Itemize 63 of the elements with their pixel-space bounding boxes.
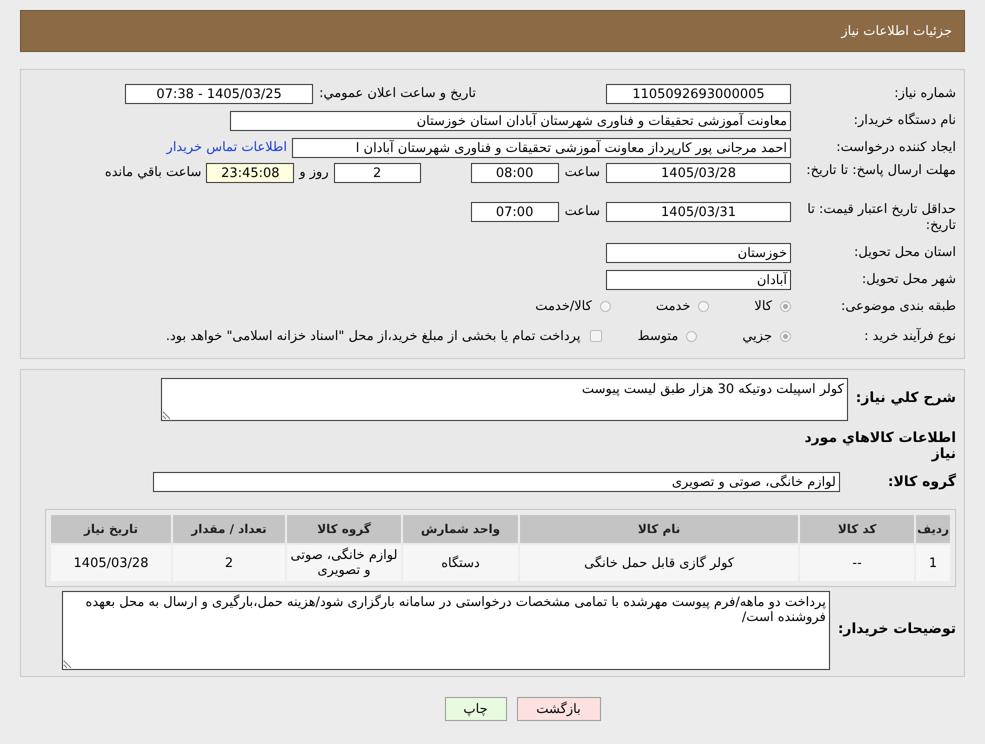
- table-cell: 1405/03/28: [51, 545, 171, 581]
- field-label: گروه كالا:: [888, 474, 956, 490]
- table-cell: 2: [173, 545, 285, 581]
- column-header: نام کالا: [520, 515, 798, 543]
- field-label: مهلت ارسال پاسخ: تا تاریخ:: [805, 162, 956, 179]
- page-title: جزئیات اطلاعات نیاز: [841, 24, 952, 38]
- notes-field[interactable]: پرداخت دو ماهه/فرم پیوست مهرشده با تمامی مشخصات درخواستی در سامانه بارگزاری شود/هزینه حمل،بارگیری و ارسال به محل بعهده فروشنده است/: [62, 591, 830, 670]
- countdown-field[interactable]: 23:45:08: [206, 163, 294, 183]
- field-text: متوسط: [637, 328, 678, 344]
- contact-link[interactable]: اطلاعات تماس خريدار: [166, 140, 287, 155]
- table-cell: دستگاه: [403, 545, 518, 581]
- field-text: روز و: [299, 165, 329, 180]
- input-field[interactable]: احمد مرجانی پور کارپرداز معاونت آموزشی تحقیقات و فناوری شهرستان آبادان ا: [292, 138, 791, 158]
- radio-button[interactable]: [600, 301, 611, 312]
- radio-button[interactable]: [686, 330, 698, 342]
- field-label: شرح كلي نياز:: [856, 390, 956, 406]
- field-label: تاریخ و ساعت اعلان عمومي:: [319, 86, 476, 101]
- field-text: ساعت: [564, 165, 600, 180]
- field-text: ساعت باقي مانده: [104, 165, 202, 180]
- table-cell: کولر گازی قابل حمل خانگی: [520, 545, 798, 581]
- field-label: استان محل تحویل:: [853, 245, 956, 260]
- checkbox[interactable]: [590, 330, 602, 342]
- field-text: ساعت: [564, 204, 600, 219]
- table-cell: --: [800, 545, 914, 581]
- description-field[interactable]: کولر اسپیلت دوتیکه 30 هزار طبق لیست پیوست: [160, 378, 848, 421]
- field-text: جزيي: [742, 328, 772, 344]
- input-field[interactable]: 1405/03/25 - 07:38: [125, 84, 314, 104]
- radio-button[interactable]: [698, 301, 710, 312]
- input-field[interactable]: 1105092693000005: [606, 84, 791, 104]
- field-label: ایجاد کننده درخواست:: [835, 140, 956, 155]
- section-heading: اطلاعات كالاهاي مورد نياز: [803, 430, 956, 462]
- field-text: کالا/خدمت: [535, 299, 592, 314]
- field-label: نوع فرآیند خرید :: [863, 328, 956, 344]
- column-header: واحد شمارش: [403, 515, 518, 543]
- input-field[interactable]: 07:00: [470, 202, 559, 222]
- table-cell: لوازم خانگی، صوتی و تصویری: [287, 545, 401, 581]
- field-label: حداقل تاریخ اعتبار قیمت: تا تاریخ:: [806, 201, 956, 234]
- input-field[interactable]: 1405/03/31: [606, 202, 791, 222]
- back-button[interactable]: بازگشت: [516, 697, 600, 721]
- field-label: شهر محل تحویل:: [860, 272, 956, 287]
- input-field[interactable]: لوازم خانگی، صوتی و تصویری: [152, 472, 840, 492]
- column-header: کد کالا: [800, 515, 914, 543]
- radio-button[interactable]: [780, 301, 791, 312]
- column-header: گروه کالا: [287, 515, 401, 543]
- field-label: طبقه بندی موضوعی:: [840, 299, 956, 314]
- input-field[interactable]: 1405/03/28: [606, 163, 791, 183]
- field-label: شماره نیاز:: [893, 86, 956, 101]
- column-header: ردیف: [916, 515, 950, 543]
- input-field[interactable]: 08:00: [470, 163, 559, 183]
- field-text: خدمت: [656, 299, 690, 314]
- input-field[interactable]: 2: [334, 163, 421, 183]
- column-header: تعداد / مقدار: [173, 515, 285, 543]
- input-field[interactable]: خوزستان: [606, 242, 791, 262]
- input-field[interactable]: آبادان: [606, 270, 791, 290]
- field-label: نام دستگاه خریدار:: [852, 113, 956, 128]
- field-label: توضیحات خریدار:: [838, 621, 956, 637]
- print-button[interactable]: چاپ: [444, 697, 506, 721]
- column-header: تاریخ نیاز: [51, 515, 171, 543]
- table-cell: 1: [916, 545, 950, 581]
- field-text: پرداخت تمام یا بخشی از مبلغ خرید،از محل "اسناد خزانه اسلامی" خواهد بود.: [166, 328, 580, 344]
- input-field[interactable]: معاونت آموزشی تحقیقات و فناوری شهرستان آبادان استان خوزستان: [230, 110, 791, 130]
- field-text: کالا: [754, 299, 772, 314]
- radio-button[interactable]: [780, 330, 791, 342]
